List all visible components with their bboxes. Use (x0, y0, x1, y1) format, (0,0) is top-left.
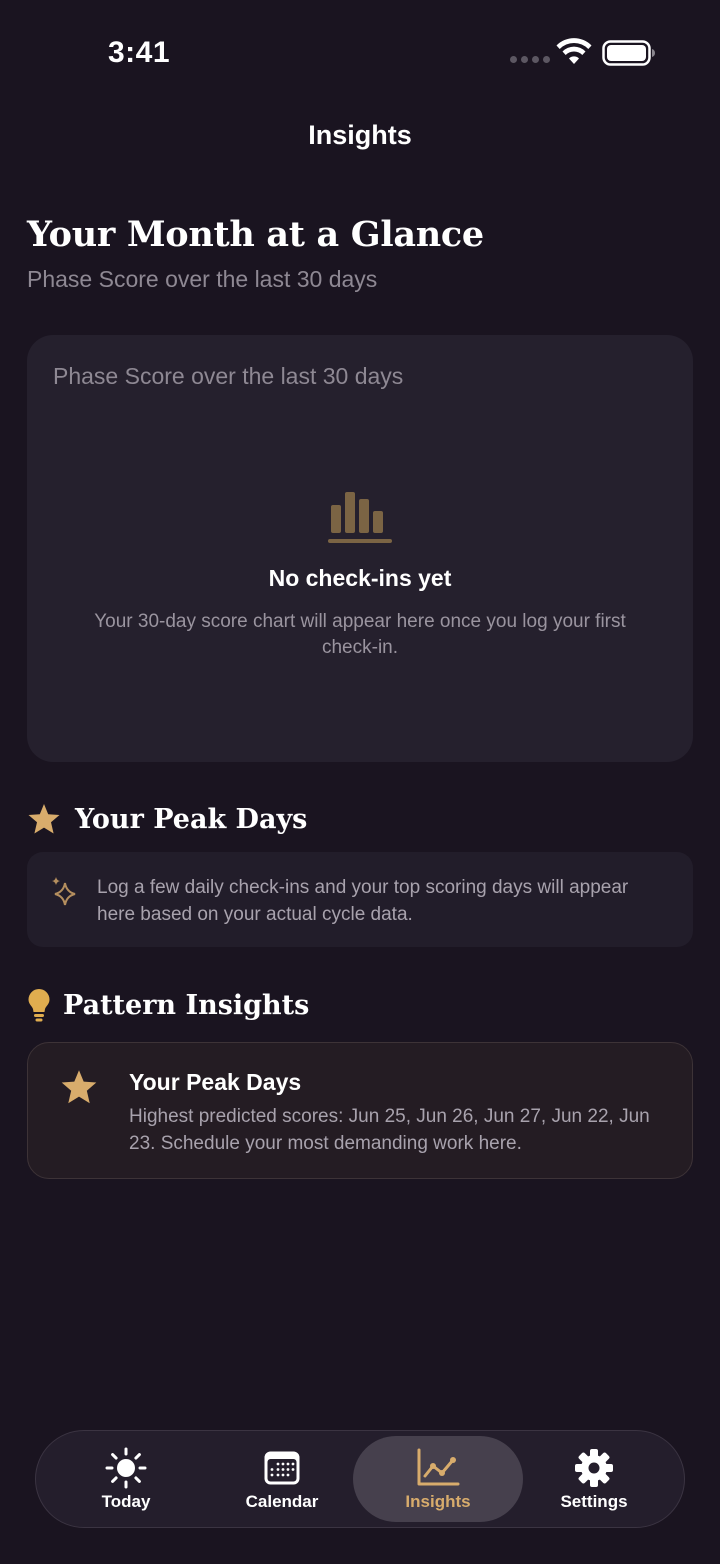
tab-label: Insights (405, 1492, 471, 1511)
tab-settings[interactable]: Settings (516, 1436, 672, 1522)
page-title: Insights (308, 120, 412, 150)
insight-body: Highest predicted scores: Jun 25, Jun 26… (129, 1106, 650, 1154)
status-time: 3:41 (108, 36, 171, 69)
peak-days-card: Log a few daily check-ins and your top s… (27, 852, 693, 947)
insight-card-peak-days[interactable]: Your Peak Days Highest predicted scores:… (27, 1042, 693, 1179)
peak-days-title: Your Peak Days (75, 803, 308, 835)
star-icon (61, 1070, 97, 1104)
pattern-insights-heading: Pattern Insights (27, 986, 309, 1024)
cellular-signal-icon (510, 56, 550, 63)
tab-today[interactable]: Today (48, 1436, 204, 1522)
sparkle-icon (52, 877, 76, 906)
month-heading: Your Month at a Glance (27, 214, 484, 255)
chart-card-title: Phase Score over the last 30 days (53, 363, 404, 389)
tab-bar: Today Calendar Insights Settings (35, 1430, 685, 1528)
peak-days-heading: Your Peak Days (27, 800, 307, 838)
status-bar: 3:41 (0, 0, 720, 100)
tab-label: Calendar (245, 1492, 319, 1511)
tab-label: Today (101, 1492, 151, 1511)
lightbulb-icon (28, 989, 50, 1022)
tab-calendar[interactable]: Calendar (204, 1436, 360, 1522)
score-chart-card: Phase Score over the last 30 days No che… (27, 335, 693, 762)
sun-icon (105, 1447, 147, 1489)
gear-icon (575, 1449, 613, 1487)
wifi-icon (556, 38, 592, 64)
pattern-insights-title: Pattern Insights (63, 989, 310, 1021)
tab-label: Settings (560, 1492, 628, 1511)
insight-title: Your Peak Days (129, 1069, 302, 1095)
month-subtitle: Phase Score over the last 30 days (27, 266, 378, 292)
star-icon (28, 804, 60, 834)
bar-chart-icon (328, 492, 392, 543)
empty-state-title: No check-ins yet (268, 565, 452, 591)
chart-line-icon (417, 1448, 460, 1486)
calendar-icon (264, 1451, 300, 1485)
battery-icon (602, 40, 655, 66)
peak-days-message: Log a few daily check-ins and your top s… (97, 877, 629, 925)
tab-insights[interactable]: Insights (353, 1436, 523, 1522)
empty-state-message: Your 30-day score chart will appear here… (94, 611, 626, 658)
